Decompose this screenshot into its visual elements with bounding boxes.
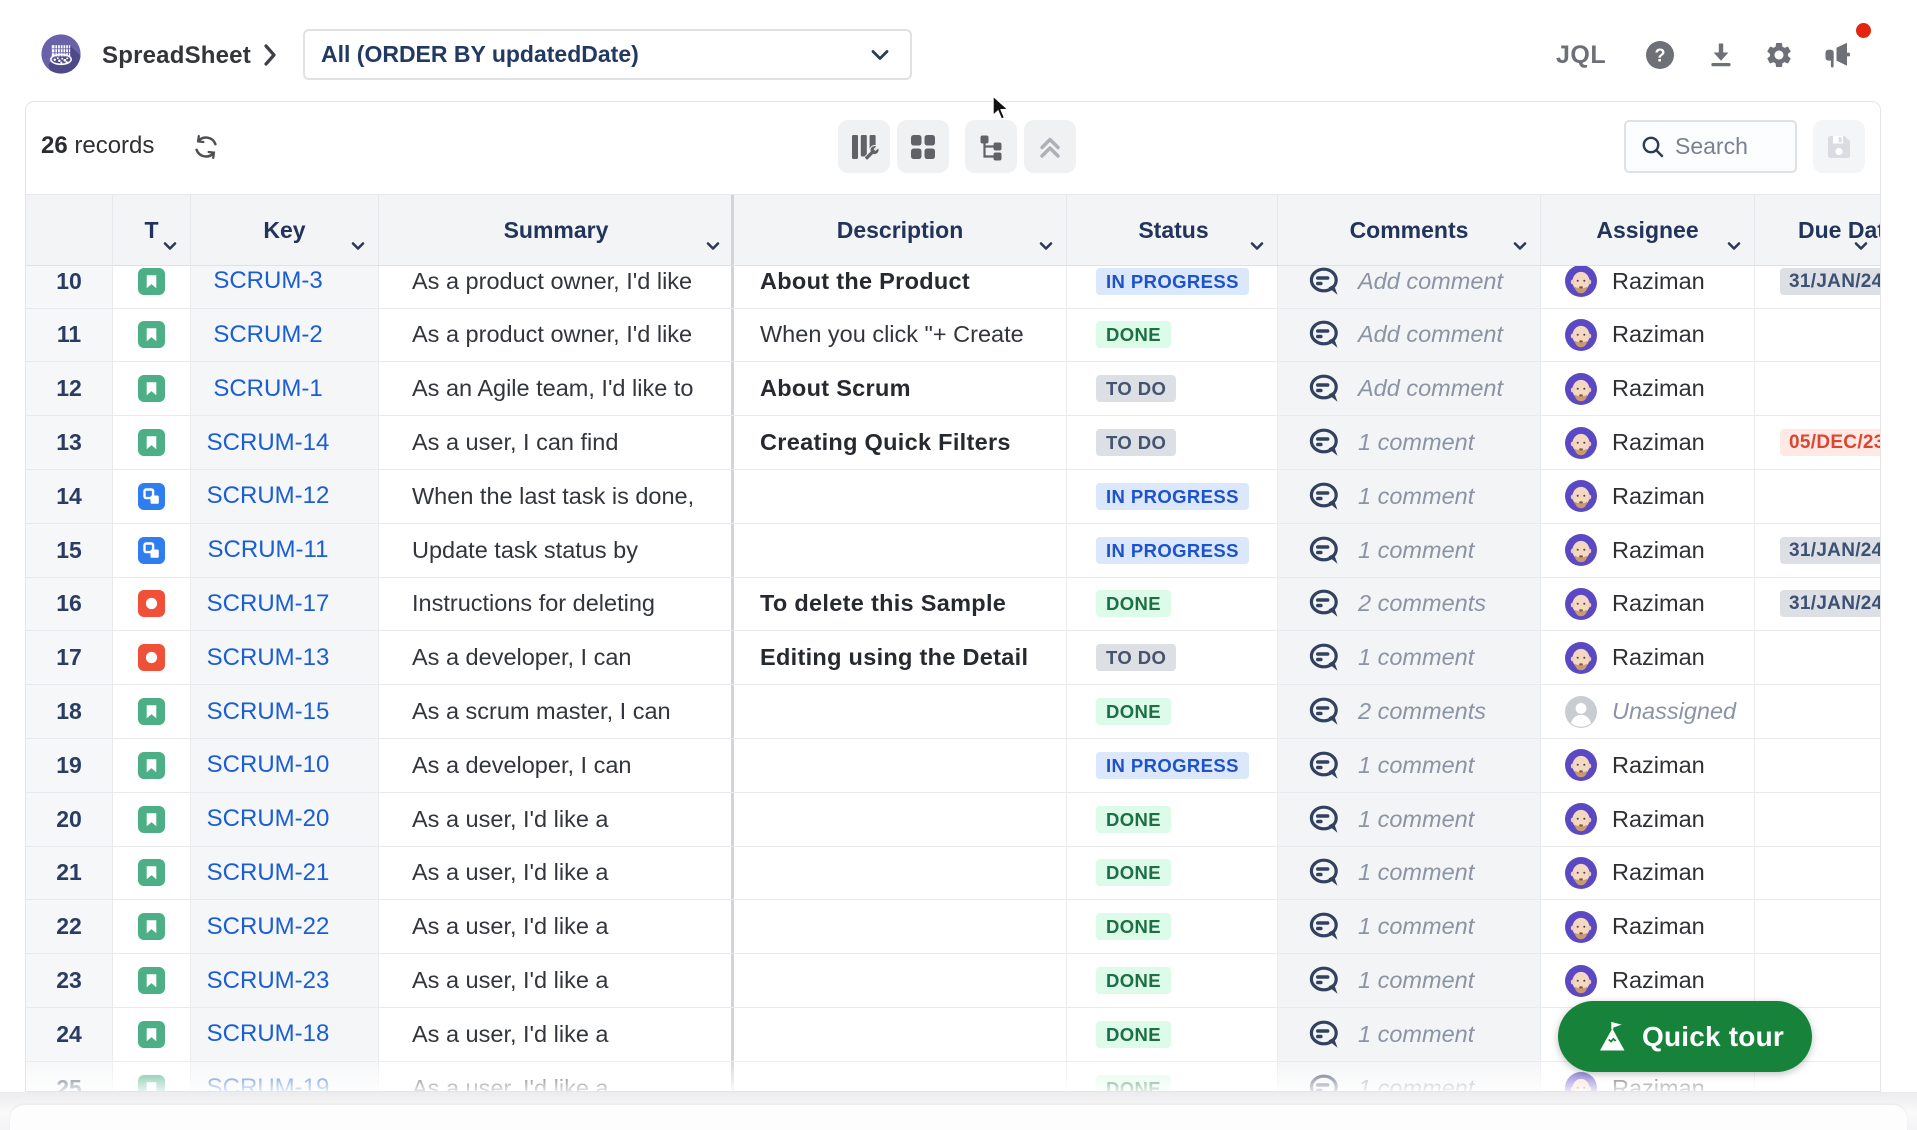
svg-text:?: ? [1655, 46, 1666, 66]
